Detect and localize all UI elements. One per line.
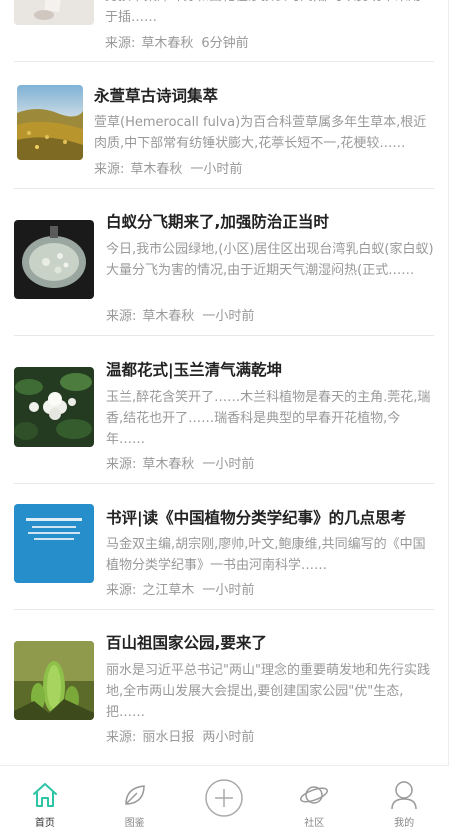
bottom-tab-bar: 首页 图鉴 社区 我的 (0, 765, 449, 839)
article-title[interactable]: 温都花式|玉兰清气满乾坤 (106, 358, 282, 380)
article-source: 草木春秋 (142, 309, 195, 324)
user-icon (391, 781, 417, 810)
article-item[interactable]: 书评|读《中国植物分类学纪事》的几点思考 马金双主编,胡宗刚,廖帅,叶文,鲍康维… (14, 484, 434, 609)
article-summary: 萱草(Hemerocall fulva)为百合科萱草属多年生草本,根近肉质,中下… (94, 115, 427, 151)
article-item[interactable]: 永萱草古诗词集萃 萱草(Hemerocall fulva)为百合科萱草属多年生草… (14, 62, 434, 188)
tab-publish[interactable] (180, 766, 270, 839)
article-time: 6分钟前 (201, 36, 249, 51)
planet-icon (300, 786, 329, 804)
tab-label: 首页 (34, 818, 55, 829)
article-time: 两小时前 (202, 730, 255, 745)
article-item[interactable]: 白蚁分飞期来了,加强防治正当时 今日,我市公园绿地,(小区)居住区出现台湾乳白蚁… (14, 189, 434, 335)
source-label: 来源: (105, 36, 136, 51)
home-icon (32, 783, 57, 807)
article-title[interactable]: 百山祖国家公园,要来了 (106, 631, 267, 653)
article-thumbnail[interactable] (14, 641, 94, 720)
article-source: 草木春秋 (130, 162, 183, 177)
tab-label: 图鉴 (124, 818, 145, 829)
article-thumbnail[interactable] (14, 504, 94, 583)
article-meta: 来源: 草木春秋 一小时前 (106, 453, 262, 472)
article-summary: 今日,我市公园绿地,(小区)居住区出现台湾乳白蚁(家白蚁)大量分飞为害的情况,由… (106, 242, 434, 278)
article-time: 一小时前 (190, 162, 243, 177)
article-meta: 来源: 草木春秋 6分钟前 (105, 32, 257, 51)
tab-label: 我的 (394, 818, 415, 829)
article-thumbnail[interactable] (14, 367, 94, 447)
article-item[interactable]: 温都花式|玉兰清气满乾坤 玉兰,醉花含笑开了……木兰科植物是春天的主角.莞花,瑞… (14, 336, 434, 483)
leaf-icon (124, 785, 145, 805)
tab-community[interactable]: 社区 (269, 766, 359, 839)
article-title[interactable]: 书评|读《中国植物分类学纪事》的几点思考 (106, 506, 406, 528)
plus-circle-icon (205, 779, 244, 817)
source-label: 来源: (94, 162, 125, 177)
article-source: 之江草木 (142, 583, 195, 598)
article-item[interactable]: 另孩下粟沐叶苏和面花在涉孩长时间,都可以剪切下来用于插…… 来源: 草木春秋 6分钟… (14, 0, 434, 62)
tab-guide[interactable]: 图鉴 (90, 766, 180, 839)
source-label: 来源: (106, 730, 137, 745)
article-summary: 马金双主编,胡宗刚,廖帅,叶文,鲍康维,共同编写的《中国植物分类学纪事》一书由河… (106, 537, 426, 573)
tab-label: 社区 (304, 818, 325, 829)
article-time: 一小时前 (202, 457, 255, 472)
article-meta: 来源: 丽水日报 两小时前 (106, 726, 262, 745)
article-source: 草木春秋 (141, 36, 194, 51)
article-source: 丽水日报 (142, 730, 195, 745)
article-summary: 丽水是习近平总书记"两山"理念的重要萌发地和先行实践地,全市两山发展大会提出,要… (106, 663, 430, 720)
article-thumbnail[interactable] (14, 0, 94, 25)
article-thumbnail[interactable] (14, 220, 94, 299)
article-thumbnail[interactable] (17, 85, 83, 160)
article-time: 一小时前 (202, 309, 255, 324)
source-label: 来源: (106, 457, 137, 472)
article-meta: 来源: 之江草木 一小时前 (106, 579, 262, 598)
article-meta: 来源: 草木春秋 一小时前 (106, 305, 262, 324)
article-title[interactable]: 永萱草古诗词集萃 (94, 84, 218, 106)
article-summary: 玉兰,醉花含笑开了……木兰科植物是春天的主角.莞花,瑞香,结花也开了……瑞香科是… (106, 390, 431, 447)
article-feed: 另孩下粟沐叶苏和面花在涉孩长时间,都可以剪切下来用于插…… 来源: 草木春秋 6分钟… (0, 0, 449, 765)
tab-home[interactable]: 首页 (0, 766, 90, 839)
article-source: 草木春秋 (142, 457, 195, 472)
article-time: 一小时前 (202, 583, 255, 598)
tab-mine[interactable]: 我的 (359, 766, 449, 839)
source-label: 来源: (106, 309, 137, 324)
article-summary: 另孩下粟沐叶苏和面花在涉孩长时间,都可以剪切下来用于插…… (105, 0, 421, 25)
article-meta: 来源: 草木春秋 一小时前 (94, 158, 250, 177)
article-title[interactable]: 白蚁分飞期来了,加强防治正当时 (106, 210, 329, 232)
article-item[interactable]: 百山祖国家公园,要来了 丽水是习近平总书记"两山"理念的重要萌发地和先行实践地,… (14, 610, 434, 756)
source-label: 来源: (106, 583, 137, 598)
